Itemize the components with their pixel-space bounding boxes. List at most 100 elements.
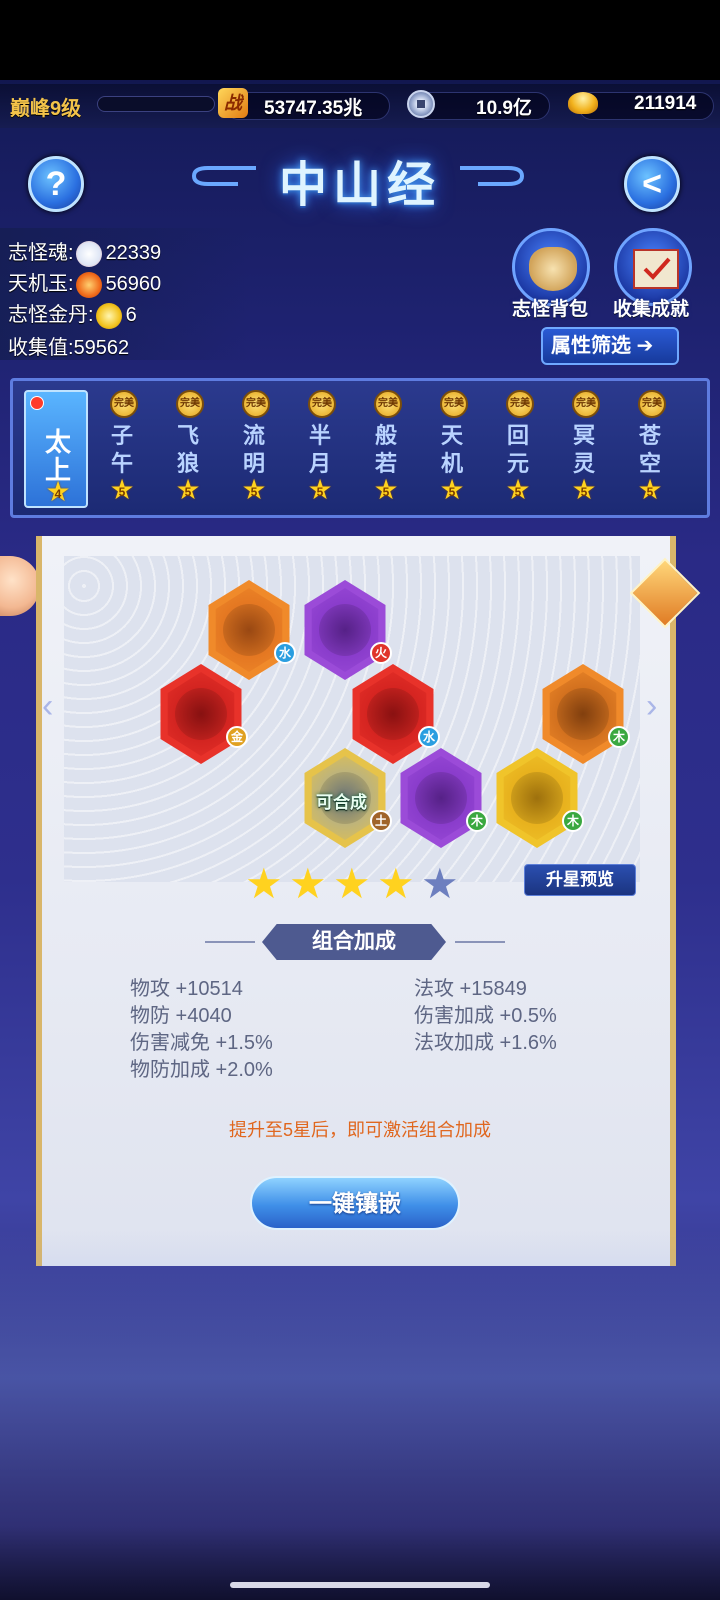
star-level-icon: ★ 5 <box>373 474 399 505</box>
bonus-right-2: 法攻加成 +1.6% <box>414 1032 557 1054</box>
star-level-icon: ★ 5 <box>109 474 135 505</box>
golden-elixir-icon <box>95 302 122 329</box>
perfect-badge-icon: 完美 <box>374 390 402 418</box>
help-button[interactable]: ? <box>28 156 84 212</box>
tab-name: 天机 <box>440 423 463 476</box>
tab-name: 子午 <box>110 423 133 476</box>
helper-avatar[interactable] <box>0 556 40 616</box>
tab-9[interactable]: 完美苍空 ★ 5 <box>618 390 682 508</box>
element-badge: 水 <box>418 726 440 748</box>
stat-soul: 志怪魂: 22339 <box>8 236 161 267</box>
page-title: 中山经 <box>278 159 441 212</box>
monster-emblem-icon <box>215 588 283 672</box>
element-badge: 水 <box>274 642 296 664</box>
silver-value: 10.9亿 <box>476 98 532 119</box>
tab-name: 般若 <box>374 423 397 476</box>
perfect-badge-icon: 完美 <box>176 390 204 418</box>
can-synthesize-label: 可合成 <box>316 793 367 812</box>
perfect-badge-icon: 完美 <box>572 390 600 418</box>
cloud-background <box>0 1230 720 1600</box>
prev-page-arrow-icon[interactable]: ‹ <box>42 684 60 728</box>
star-level-icon: ★ 5 <box>175 474 201 505</box>
next-page-arrow-icon[interactable]: › <box>646 684 664 728</box>
element-badge: 木 <box>562 810 584 832</box>
bag-icon <box>529 247 577 291</box>
bonus-right-1: 伤害加成 +0.5% <box>414 1005 557 1027</box>
soul-icon <box>75 240 102 267</box>
stat-elixir: 志怪金丹: 6 <box>8 298 137 329</box>
gold-ingot-icon <box>568 92 598 114</box>
star-level-icon: ★ 5 <box>637 474 663 505</box>
star-filled-icon: ★ <box>245 860 283 907</box>
collection-achievement-label: 收集成就 <box>613 299 690 320</box>
bonus-left-2: 伤害减免 +1.5% <box>130 1032 273 1054</box>
attribute-filter-button[interactable]: 属性筛选 ➔ <box>541 327 679 365</box>
silver-coin-icon <box>407 90 435 118</box>
combo-divider-left <box>205 941 255 943</box>
perfect-badge-icon: 完美 <box>308 390 336 418</box>
home-indicator[interactable] <box>230 1582 490 1588</box>
element-badge: 火 <box>370 642 392 664</box>
back-button[interactable]: < <box>624 156 680 212</box>
tab-name: 冥灵 <box>572 423 595 476</box>
element-badge: 金 <box>226 726 248 748</box>
tab-name: 回元 <box>506 423 529 476</box>
peak-level-label: 巅峰9级 <box>10 98 82 120</box>
star-empty-icon: ★ <box>421 860 459 907</box>
monster-emblem-icon <box>549 672 617 756</box>
tab-5[interactable]: 完美般若 ★ 5 <box>354 390 418 508</box>
star-level-icon: ★ 5 <box>241 474 267 505</box>
bonus-left-3: 物防加成 +2.0% <box>130 1059 273 1081</box>
bonus-left-0: 物攻 +10514 <box>130 978 243 1000</box>
star-level-icon: ★ 5 <box>439 474 465 505</box>
tab-3[interactable]: 完美流明 ★ 5 <box>222 390 286 508</box>
one-click-inlay-button[interactable]: 一键镶嵌 <box>250 1176 460 1230</box>
perfect-badge-icon: 完美 <box>110 390 138 418</box>
back-arrow-icon: < <box>642 165 662 203</box>
level-progress-bar <box>97 96 215 112</box>
jade-icon <box>75 271 102 298</box>
star-filled-icon: ★ <box>289 860 327 907</box>
tab-1[interactable]: 完美子午 ★ 5 <box>90 390 154 508</box>
star-level-icon: ★ 5 <box>571 474 597 505</box>
tab-6[interactable]: 完美天机 ★ 5 <box>420 390 484 508</box>
monster-emblem-icon <box>167 672 235 756</box>
bonus-right-0: 法攻 +15849 <box>414 978 527 1000</box>
combo-bonus-title: 组合加成 <box>262 924 446 960</box>
monster-bag-label: 志怪背包 <box>512 299 589 320</box>
power-value: 53747.35兆 <box>264 98 363 119</box>
perfect-badge-icon: 完美 <box>242 390 270 418</box>
gold-value: 211914 <box>634 93 697 114</box>
tab-name: 苍空 <box>638 423 661 476</box>
bonus-left-1: 物防 +4040 <box>130 1005 232 1027</box>
power-icon: 战 <box>218 88 248 118</box>
monster-emblem-icon <box>503 756 571 840</box>
element-badge: 土 <box>370 810 392 832</box>
star-filled-icon: ★ <box>333 860 371 907</box>
combo-divider-right <box>455 941 505 943</box>
monster-emblem-icon <box>407 756 475 840</box>
element-badge: 木 <box>466 810 488 832</box>
tab-name: 飞狼 <box>176 423 199 476</box>
star-level-icon: ★ 5 <box>505 474 531 505</box>
element-badge: 木 <box>608 726 630 748</box>
tab-8[interactable]: 完美冥灵 ★ 5 <box>552 390 616 508</box>
scroll-check-icon <box>633 249 679 289</box>
monster-emblem-icon <box>359 672 427 756</box>
tab-7[interactable]: 完美回元 ★ 5 <box>486 390 550 508</box>
star-up-preview-button[interactable]: 升星预览 <box>524 864 636 896</box>
star-level-icon: ★ 5 <box>307 474 333 505</box>
perfect-badge-icon: 完美 <box>638 390 666 418</box>
star-level-icon: ★ 4 <box>45 476 71 507</box>
tab-2[interactable]: 完美飞狼 ★ 5 <box>156 390 220 508</box>
stat-jade: 天机玉: 56960 <box>8 267 161 298</box>
tab-name: 半月 <box>308 423 331 476</box>
perfect-badge-icon: 完美 <box>506 390 534 418</box>
stat-collection-value: 收集值:59562 <box>8 337 130 359</box>
tab-name: 流明 <box>242 423 265 476</box>
monster-emblem-icon <box>311 588 379 672</box>
tab-4[interactable]: 完美半月 ★ 5 <box>288 390 352 508</box>
status-bar <box>0 0 720 80</box>
star-filled-icon: ★ <box>377 860 415 907</box>
activation-hint: 提升至5星后，即可激活组合加成 <box>228 1120 491 1140</box>
